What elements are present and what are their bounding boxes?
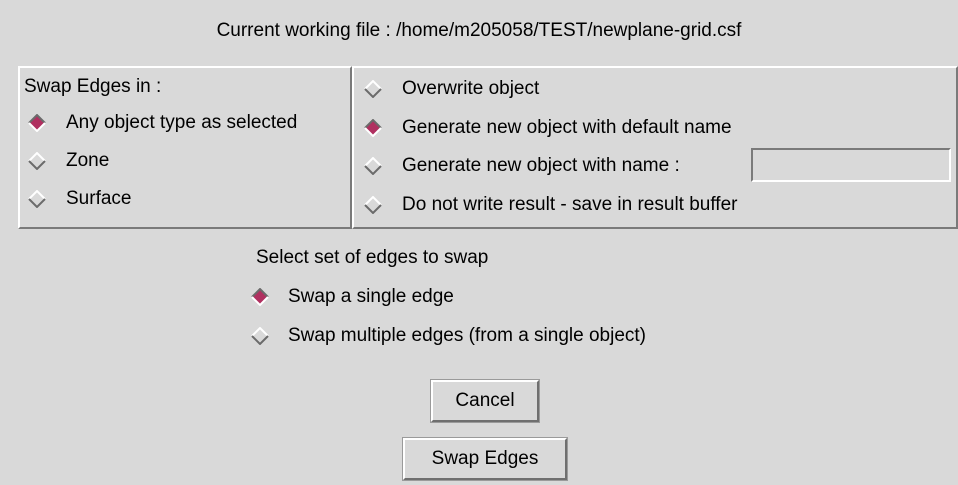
radio-label: Surface — [66, 188, 132, 209]
radio-label: Generate new object with default name — [402, 117, 732, 138]
radio-save-result-buffer[interactable]: Do not write result - save in result buf… — [354, 190, 954, 220]
radio-zone[interactable]: Zone — [20, 146, 350, 176]
cancel-button[interactable]: Cancel — [430, 379, 540, 423]
radio-overwrite-object[interactable]: Overwrite object — [354, 74, 954, 104]
radio-new-name[interactable]: Generate new object with name : — [354, 151, 744, 181]
radio-diamond-icon[interactable] — [28, 190, 46, 208]
radio-diamond-icon[interactable] — [28, 114, 46, 132]
radio-diamond-icon[interactable] — [364, 119, 382, 137]
radio-label: Swap a single edge — [288, 286, 454, 307]
radio-label: Generate new object with name : — [402, 155, 680, 176]
edge-set-heading: Select set of edges to swap — [256, 247, 489, 268]
radio-label: Swap multiple edges (from a single objec… — [288, 325, 647, 346]
radio-diamond-icon[interactable] — [251, 288, 269, 306]
radio-any-object-type[interactable]: Any object type as selected — [20, 108, 350, 138]
object-name-input[interactable] — [751, 148, 951, 182]
radio-surface[interactable]: Surface — [20, 184, 350, 214]
output-options-panel: Overwrite object Generate new object wit… — [352, 66, 958, 229]
swap-in-heading: Swap Edges in : — [24, 76, 162, 97]
radio-default-name[interactable]: Generate new object with default name — [354, 113, 954, 143]
radio-label: Any object type as selected — [66, 112, 298, 133]
swap-in-panel: Swap Edges in : Any object type as selec… — [18, 66, 352, 229]
radio-label: Do not write result - save in result buf… — [402, 194, 738, 215]
swap-edges-button[interactable]: Swap Edges — [402, 437, 568, 481]
radio-diamond-icon[interactable] — [28, 152, 46, 170]
radio-multiple-edges[interactable]: Swap multiple edges (from a single objec… — [248, 321, 728, 351]
radio-single-edge[interactable]: Swap a single edge — [248, 282, 728, 312]
radio-diamond-icon[interactable] — [251, 327, 269, 345]
radio-diamond-icon[interactable] — [364, 157, 382, 175]
radio-label: Overwrite object — [402, 78, 540, 99]
radio-label: Zone — [66, 150, 110, 171]
working-file-title: Current working file : /home/m205058/TES… — [216, 20, 742, 41]
radio-diamond-icon[interactable] — [364, 196, 382, 214]
radio-diamond-icon[interactable] — [364, 80, 382, 98]
